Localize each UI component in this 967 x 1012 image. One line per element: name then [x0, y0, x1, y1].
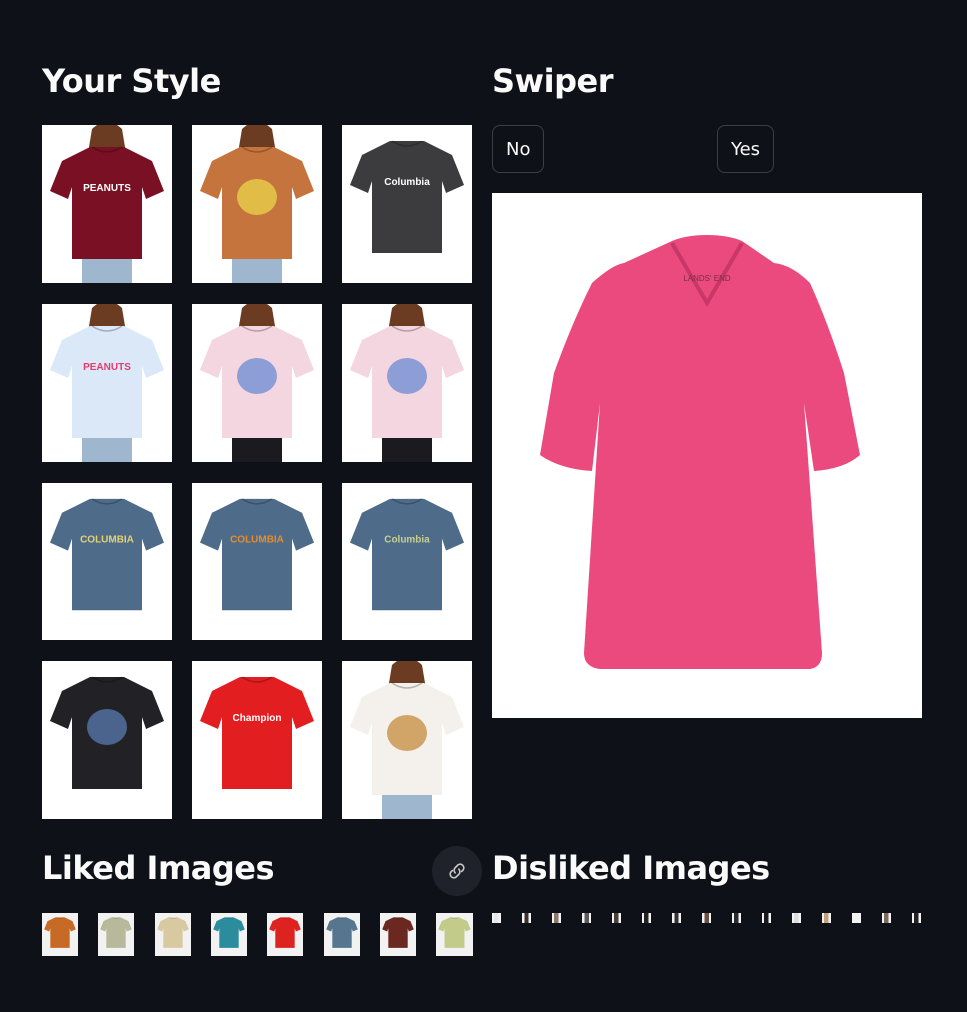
disliked-thumbnail[interactable]	[492, 913, 501, 923]
svg-text:Columbia: Columbia	[384, 177, 430, 188]
yes-button[interactable]: Yes	[717, 125, 775, 173]
liked-thumbnail[interactable]	[42, 913, 78, 956]
pink-vneck-tshirt	[540, 235, 860, 669]
disliked-thumbnail[interactable]	[552, 913, 561, 923]
link-icon	[449, 863, 465, 879]
disliked-thumbnail[interactable]	[792, 913, 801, 923]
style-tile[interactable]	[192, 304, 322, 462]
disliked-thumbnail[interactable]	[642, 913, 651, 923]
svg-text:PEANUTS: PEANUTS	[83, 362, 131, 373]
disliked-images-heading: Disliked Images	[492, 849, 770, 887]
style-tile[interactable]	[42, 661, 172, 819]
style-tile[interactable]	[342, 304, 472, 462]
disliked-thumbnail[interactable]	[852, 913, 861, 923]
disliked-thumbnail[interactable]	[912, 913, 921, 923]
brand-label: LANDS' END	[683, 274, 731, 283]
liked-thumbnail[interactable]	[267, 913, 303, 956]
style-tile[interactable]: PEANUTS	[42, 304, 172, 462]
liked-images-heading: Liked Images	[42, 849, 275, 887]
disliked-thumbnail[interactable]	[522, 913, 531, 923]
copy-link-button[interactable]	[432, 846, 482, 896]
no-button[interactable]: No	[492, 125, 545, 173]
svg-text:COLUMBIA: COLUMBIA	[80, 535, 134, 546]
your-style-heading: Your Style	[42, 62, 221, 100]
svg-text:Champion: Champion	[233, 713, 282, 724]
disliked-thumbnail[interactable]	[882, 913, 891, 923]
disliked-thumbnail[interactable]	[732, 913, 741, 923]
liked-thumbnail[interactable]	[155, 913, 191, 956]
disliked-thumbnail[interactable]	[822, 913, 831, 923]
disliked-thumbnail[interactable]	[762, 913, 771, 923]
swiper-heading: Swiper	[492, 62, 613, 100]
disliked-thumbnail[interactable]	[582, 913, 591, 923]
svg-text:PEANUTS: PEANUTS	[83, 183, 131, 194]
liked-thumbnail[interactable]	[211, 913, 247, 956]
liked-thumbnail[interactable]	[324, 913, 360, 956]
disliked-thumbnail[interactable]	[672, 913, 681, 923]
style-tile[interactable]	[192, 125, 322, 283]
style-tile[interactable]: Columbia	[342, 125, 472, 283]
disliked-thumbnail[interactable]	[702, 913, 711, 923]
disliked-thumbnail[interactable]	[612, 913, 621, 923]
svg-text:COLUMBIA: COLUMBIA	[230, 535, 284, 546]
style-tile[interactable]: PEANUTS	[42, 125, 172, 283]
liked-thumbnail[interactable]	[98, 913, 134, 956]
style-tile[interactable]: COLUMBIA	[42, 483, 172, 640]
swiper-product-image[interactable]: LANDS' END	[492, 193, 922, 718]
style-tile[interactable]: COLUMBIA	[192, 483, 322, 640]
svg-text:Columbia: Columbia	[384, 535, 430, 546]
style-tile[interactable]: Champion	[192, 661, 322, 819]
style-tile[interactable]	[342, 661, 472, 819]
liked-thumbnail[interactable]	[436, 913, 473, 956]
style-tile[interactable]: Columbia	[342, 483, 472, 640]
liked-thumbnail[interactable]	[380, 913, 416, 956]
